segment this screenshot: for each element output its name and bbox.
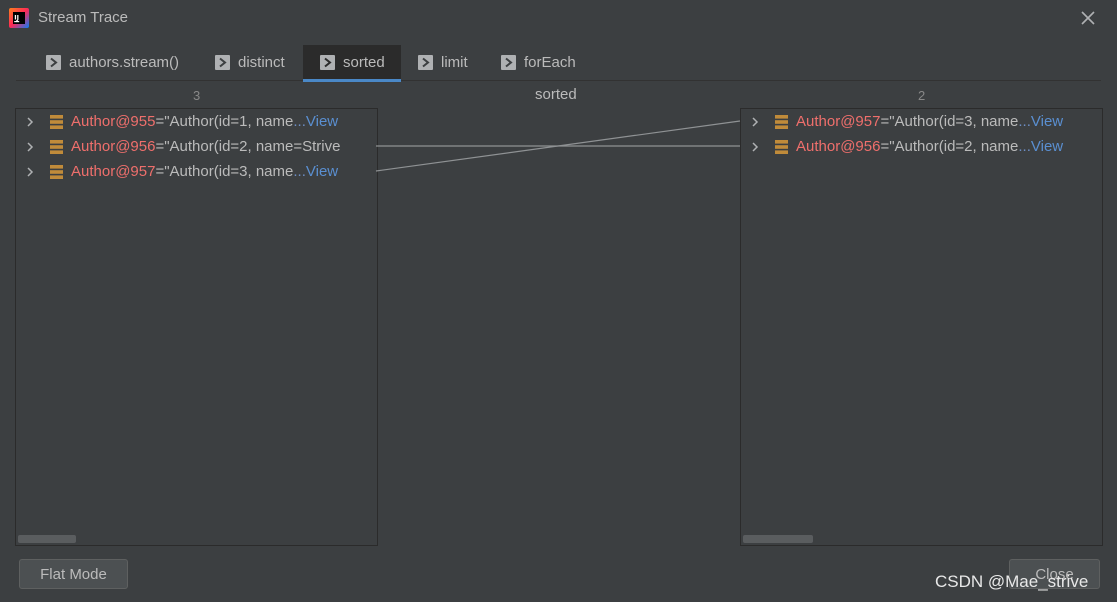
object-name: Author@955 [71,113,156,130]
window-title: Stream Trace [38,9,129,26]
tab-distinct[interactable]: distinct [215,45,305,80]
right-values-panel[interactable]: Author@957 = "Author(id=3, name... View A… [740,108,1103,546]
svg-text:IJ: IJ [14,14,19,22]
tree-row[interactable]: Author@957 = "Author(id=3, name... View [741,109,1063,134]
horizontal-scrollbar[interactable] [743,535,813,543]
tab-authors-stream[interactable]: authors.stream() [46,45,206,80]
flat-mode-button[interactable]: Flat Mode [19,559,128,589]
operation-title: sorted [535,86,577,103]
ellipsis: ... [1018,113,1031,130]
trace-step-icon [501,55,516,70]
tab-label: authors.stream() [69,54,180,71]
tab-sorted[interactable]: sorted [303,45,401,82]
chevron-right-icon[interactable] [749,141,761,153]
object-value: "Author(id=2, name [889,138,1019,155]
tree-row[interactable]: Author@955 = "Author(id=1, name... View [16,109,338,134]
left-item-count: 3 [193,88,201,103]
tab-foreach[interactable]: forEach [501,45,591,80]
tab-limit[interactable]: limit [418,45,488,80]
tab-label: limit [441,54,468,71]
object-value: "Author(id=2, name=Strive [164,138,341,155]
tree-row[interactable]: Author@956 = "Author(id=2, name... View [741,134,1063,159]
chevron-right-icon[interactable] [24,141,36,153]
tab-label: distinct [238,54,285,71]
right-item-count: 2 [918,88,926,103]
ellipsis: ... [1018,138,1031,155]
chevron-right-icon[interactable] [24,116,36,128]
object-name: Author@956 [796,138,881,155]
tab-label: sorted [343,54,385,71]
object-value: "Author(id=3, name [889,113,1019,130]
object-icon [775,114,788,129]
object-icon [50,139,63,154]
view-link[interactable]: View [1031,113,1063,130]
trace-step-icon [320,55,335,70]
tree-row[interactable]: Author@957 = "Author(id=3, name... View [16,159,338,184]
watermark-text: CSDN @Mae_strive [935,572,1089,591]
stream-step-tabs: authors.stream() distinct sorted limit f… [16,45,1101,82]
chevron-right-icon[interactable] [749,116,761,128]
equals-sign: = [155,163,165,180]
object-icon [775,139,788,154]
tree-row[interactable]: Author@956 = "Author(id=2, name=Strive [16,134,340,159]
object-value: "Author(id=3, name [164,163,294,180]
equals-sign: = [155,138,165,155]
intellij-app-icon: IJ [9,8,29,28]
object-name: Author@957 [796,113,881,130]
view-link[interactable]: View [306,113,338,130]
trace-step-icon [215,55,230,70]
left-values-panel[interactable]: Author@955 = "Author(id=1, name... View A… [15,108,378,546]
equals-sign: = [880,113,890,130]
chevron-right-icon[interactable] [24,166,36,178]
tab-label: forEach [524,54,576,71]
object-value: "Author(id=1, name [164,113,294,130]
horizontal-scrollbar[interactable] [18,535,76,543]
close-window-icon[interactable] [1078,8,1098,28]
view-link[interactable]: View [1031,138,1063,155]
mapping-line-957 [375,120,741,172]
object-name: Author@957 [71,163,156,180]
equals-sign: = [155,113,165,130]
object-name: Author@956 [71,138,156,155]
object-icon [50,164,63,179]
object-icon [50,114,63,129]
view-link[interactable]: View [306,163,338,180]
trace-step-icon [46,55,61,70]
ellipsis: ... [293,113,306,130]
trace-step-icon [418,55,433,70]
equals-sign: = [880,138,890,155]
ellipsis: ... [293,163,306,180]
title-bar: IJ Stream Trace [0,0,1117,38]
